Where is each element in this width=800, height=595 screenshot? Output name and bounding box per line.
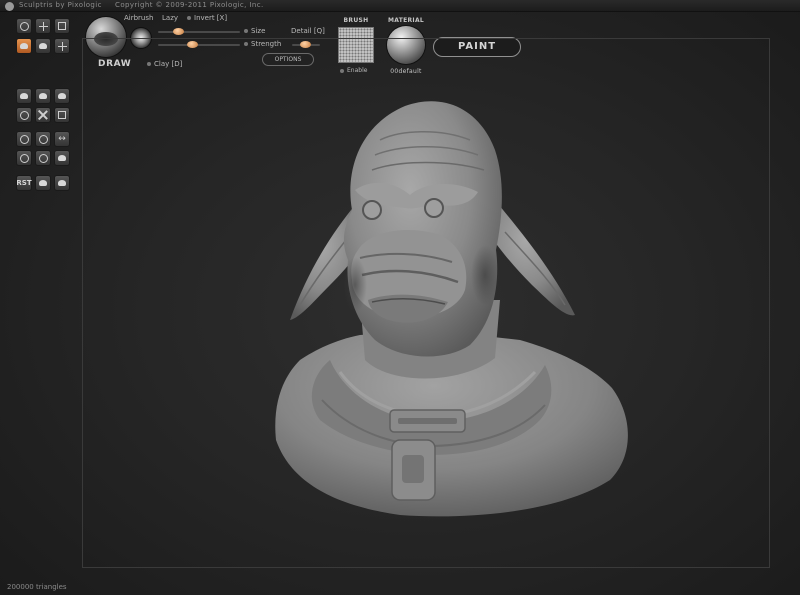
status-bar: 200000 triangles — [0, 578, 800, 595]
triangle-count: 200000 triangles — [7, 583, 67, 591]
right-ear-shape — [490, 200, 575, 316]
sculpt-model[interactable] — [0, 0, 800, 595]
left-eye-shape — [362, 200, 382, 220]
sculptris-window: Sculptris by Pixologic Copyright © 2009-… — [0, 0, 800, 595]
right-eye-shape — [424, 198, 444, 218]
